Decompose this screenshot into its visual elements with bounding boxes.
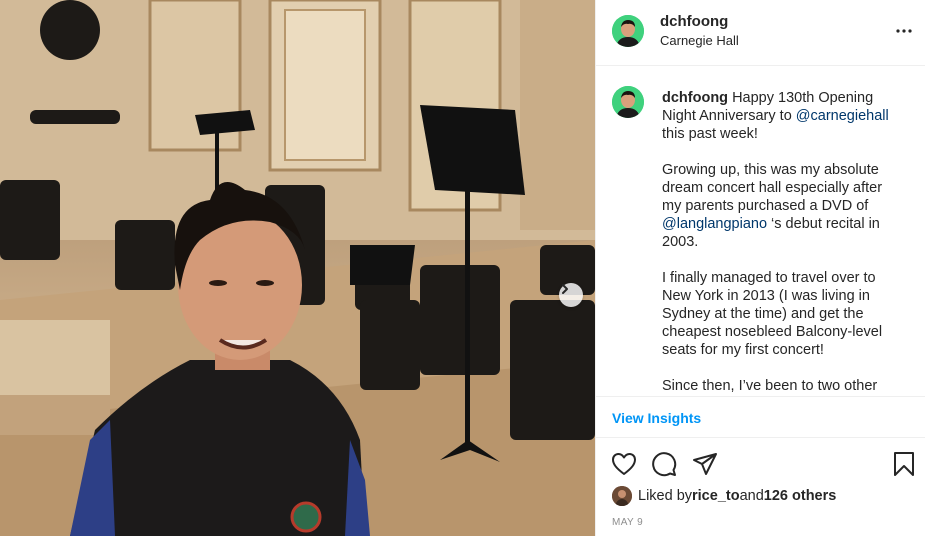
likes-middle: and — [739, 488, 764, 504]
comment-button[interactable] — [650, 450, 678, 478]
caption-p1-b: this past week! — [662, 126, 758, 142]
likes-others-link[interactable]: 126 others — [764, 488, 837, 504]
post-date[interactable]: MAY 9 — [612, 517, 643, 528]
bookmark-icon — [894, 452, 914, 476]
view-insights-link[interactable]: View Insights — [612, 410, 701, 426]
action-bar — [596, 446, 925, 482]
more-options-icon — [896, 29, 912, 33]
heart-icon — [612, 453, 636, 475]
caption-p2-a: Growing up, this was my absolute dream c… — [662, 162, 883, 214]
avatar[interactable] — [612, 15, 644, 47]
insights-bar: View Insights — [596, 396, 925, 438]
next-photo-button[interactable] — [559, 283, 583, 307]
caption-text: dchfoong Happy 130th Opening Night Anniv… — [662, 89, 902, 395]
save-button[interactable] — [890, 450, 918, 478]
caption-section: dchfoong Happy 130th Opening Night Anniv… — [596, 67, 925, 395]
mention-langlangpiano[interactable]: @langlangpiano — [662, 216, 767, 232]
concert-hall-photo — [0, 0, 595, 536]
likes-prefix: Liked by — [638, 488, 693, 504]
likes-summary: Liked by rice_to and 126 others — [612, 485, 836, 507]
caption-p3: I finally managed to travel over to New … — [662, 270, 883, 358]
liker-avatar[interactable] — [612, 486, 632, 506]
post-photo[interactable] — [0, 0, 595, 536]
share-button[interactable] — [691, 450, 719, 478]
header-username[interactable]: dchfoong — [660, 13, 728, 30]
caption-username[interactable]: dchfoong — [662, 90, 728, 106]
caption-p4: Since then, I’ve been to two other — [662, 378, 878, 394]
mention-carnegiehall[interactable]: @carnegiehall — [796, 108, 889, 124]
chevron-right-icon — [562, 284, 568, 294]
more-options-button[interactable] — [895, 22, 913, 40]
paper-plane-icon — [693, 453, 717, 475]
header-location[interactable]: Carnegie Hall — [660, 33, 739, 48]
post-header: dchfoong Carnegie Hall — [596, 0, 925, 66]
post-detail-pane: dchfoong Carnegie Hall dchfoong Happy 13… — [595, 0, 925, 536]
caption-avatar[interactable] — [612, 86, 644, 118]
comment-icon — [652, 452, 677, 477]
like-button[interactable] — [610, 450, 638, 478]
liker-username[interactable]: rice_to — [692, 488, 740, 504]
